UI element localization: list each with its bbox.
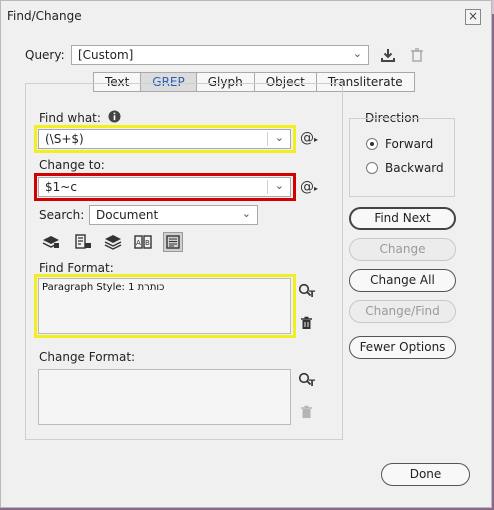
svg-text:B: B [145,239,150,247]
chevron-down-icon: ⌄ [241,207,251,220]
query-select[interactable]: [Custom] ⌄ [71,45,369,65]
info-icon[interactable] [108,110,121,126]
find-next-button[interactable]: Find Next [349,207,456,230]
direction-group [349,118,455,197]
save-query-icon[interactable] [378,45,398,65]
specify-format-icon[interactable]: T [298,283,316,302]
special-characters-icon[interactable]: @▸ [300,179,318,195]
chevron-down-icon: ⌄ [274,179,284,192]
change-find-button[interactable]: Change/Find [349,300,456,323]
window-title: Find/Change [7,9,82,23]
search-label: Search: [39,208,85,222]
fewer-options-button[interactable]: Fewer Options [349,336,456,359]
backward-label: Backward [385,161,444,175]
forward-label: Forward [385,137,434,151]
title-bar[interactable]: Find/Change × [1,1,491,33]
chevron-down-icon: ⌄ [352,47,362,60]
delete-query-icon[interactable] [407,45,427,65]
include-master-pages-icon[interactable]: AB [133,232,153,252]
change-to-value: $1~c [45,180,77,194]
search-scope-value: Document [96,208,159,222]
query-value: [Custom] [78,48,134,62]
include-locked-layers-icon[interactable] [41,232,61,252]
find-what-label: Find what: [39,111,101,125]
svg-text:T: T [309,290,316,299]
forward-radio[interactable] [366,138,378,150]
change-button[interactable]: Change [349,238,456,261]
backward-radio[interactable] [366,162,378,174]
close-icon[interactable]: × [465,9,481,25]
include-locked-stories-icon[interactable] [73,232,93,252]
change-format-box[interactable] [38,369,291,425]
find-what-value: (\S+$) [45,132,84,146]
specify-format-icon[interactable]: T [298,372,316,391]
find-format-box[interactable]: Paragraph Style: 1 כותרת [38,278,291,334]
find-format-value: Paragraph Style: 1 כותרת [42,282,165,293]
search-scope-select[interactable]: Document ⌄ [89,205,258,225]
find-what-input[interactable]: (\S+$) ⌄ [38,129,291,149]
include-footnotes-icon[interactable] [163,232,183,252]
include-hidden-layers-icon[interactable] [103,232,123,252]
change-all-button[interactable]: Change All [349,269,456,292]
find-format-label: Find Format: [39,261,114,275]
svg-text:A: A [136,239,141,247]
done-button[interactable]: Done [381,463,470,486]
svg-text:T: T [309,379,316,388]
clear-format-icon[interactable] [300,405,313,422]
change-to-input[interactable]: $1~c ⌄ [38,177,291,197]
chevron-down-icon: ⌄ [274,131,284,144]
change-to-label: Change to: [39,158,105,172]
combo-separator [267,132,268,146]
query-label: Query: [25,48,65,62]
change-format-label: Change Format: [39,350,136,364]
find-change-dialog: Find/Change × Query: [Custom] ⌄ Text GRE… [0,0,492,508]
special-characters-icon[interactable]: @▸ [300,130,318,146]
combo-separator [267,180,268,194]
clear-format-icon[interactable] [300,316,313,333]
